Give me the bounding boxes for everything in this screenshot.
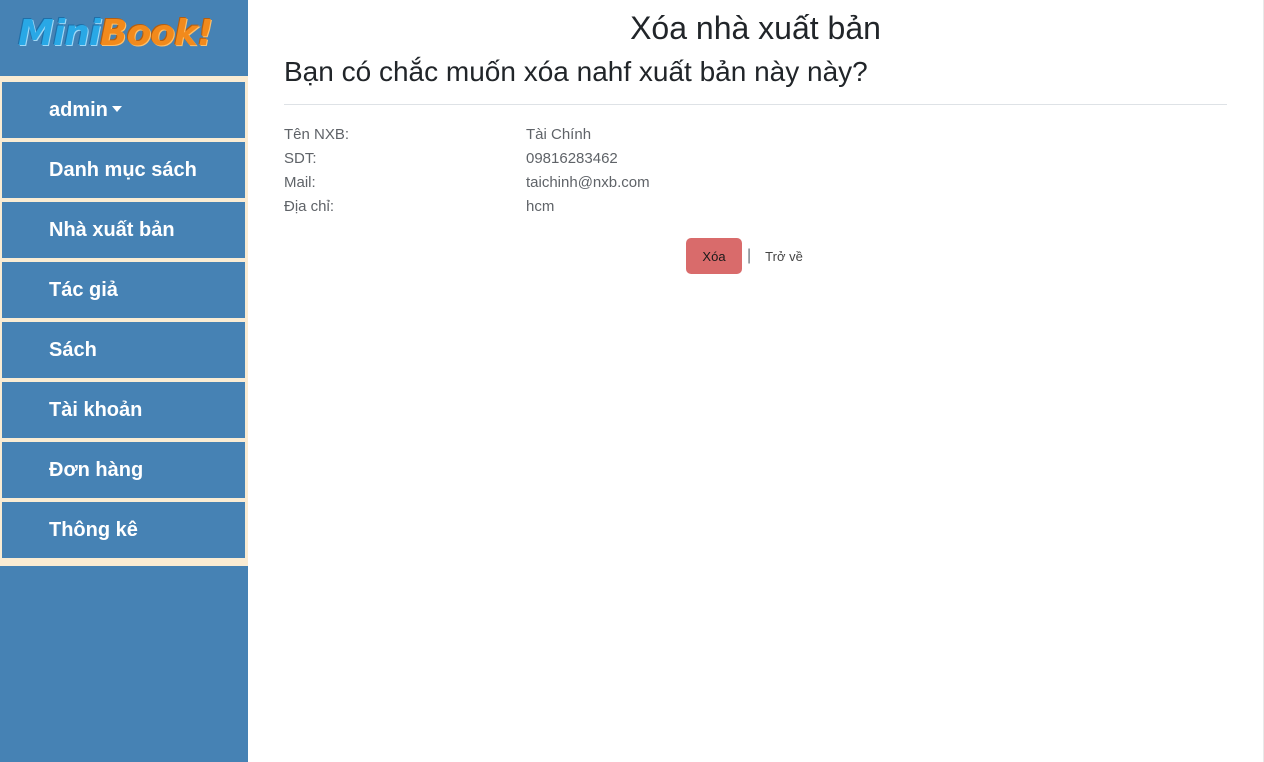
- sidebar-item-statistics[interactable]: Thông kê: [2, 502, 245, 558]
- divider: [284, 104, 1227, 105]
- action-separator: |: [747, 247, 752, 264]
- detail-row-address: Địa chỉ: hcm: [284, 195, 650, 219]
- sidebar-item-orders[interactable]: Đơn hàng: [2, 442, 245, 498]
- sidebar: MiniBook! admin Danh mục sách Nhà xuất b…: [0, 0, 248, 762]
- page-title: Xóa nhà xuất bản: [630, 10, 881, 46]
- detail-row-name: Tên NXB: Tài Chính: [284, 123, 650, 147]
- detail-row-phone: SDT: 09816283462: [284, 147, 650, 171]
- sidebar-item-authors[interactable]: Tác giả: [2, 262, 245, 318]
- logo-mini-text: Mini: [18, 13, 101, 54]
- sidebar-item-label: Nhà xuất bản: [49, 219, 175, 241]
- detail-value: taichinh@nxb.com: [526, 174, 650, 191]
- sidebar-item-label: Sách: [49, 339, 97, 361]
- delete-button[interactable]: Xóa: [686, 238, 742, 274]
- publisher-details: Tên NXB: Tài Chính SDT: 09816283462 Mail: t…: [284, 123, 650, 219]
- sidebar-item-accounts[interactable]: Tài khoản: [2, 382, 245, 438]
- caret-down-icon: [111, 106, 122, 113]
- sidebar-item-label: Danh mục sách: [49, 159, 197, 181]
- detail-value: Tài Chính: [526, 126, 592, 143]
- sidebar-item-label: Đơn hàng: [49, 459, 144, 481]
- sidebar-item-books[interactable]: Sách: [2, 322, 245, 378]
- sidebar-item-label: admin: [49, 99, 108, 121]
- detail-label: Mail:: [284, 174, 316, 191]
- detail-row-mail: Mail: taichinh@nxb.com: [284, 171, 650, 195]
- logo-book-text: Book!: [100, 13, 213, 54]
- back-link[interactable]: Trở về: [765, 249, 803, 264]
- detail-label: Tên NXB:: [284, 126, 350, 143]
- main-content: Xóa nhà xuất bản Bạn có chắc muốn xóa na…: [248, 0, 1263, 762]
- confirm-question: Bạn có chắc muốn xóa nahf xuất bản này n…: [284, 56, 868, 87]
- sidebar-item-label: Tài khoản: [49, 399, 143, 421]
- logo[interactable]: MiniBook!: [18, 12, 213, 56]
- sidebar-item-book-categories[interactable]: Danh mục sách: [2, 142, 245, 198]
- sidebar-item-label: Tác giả: [49, 279, 118, 301]
- sidebar-item-publishers[interactable]: Nhà xuất bản: [2, 202, 245, 258]
- detail-label: SDT:: [284, 150, 317, 167]
- sidebar-item-label: Thông kê: [49, 519, 138, 541]
- detail-value: hcm: [526, 198, 555, 215]
- sidebar-item-admin[interactable]: admin: [2, 82, 245, 138]
- sidebar-nav: admin Danh mục sách Nhà xuất bản Tác giả…: [0, 76, 248, 566]
- detail-label: Địa chỉ:: [284, 198, 335, 215]
- action-bar: Xóa | Trở về: [686, 238, 803, 274]
- detail-value: 09816283462: [526, 150, 618, 167]
